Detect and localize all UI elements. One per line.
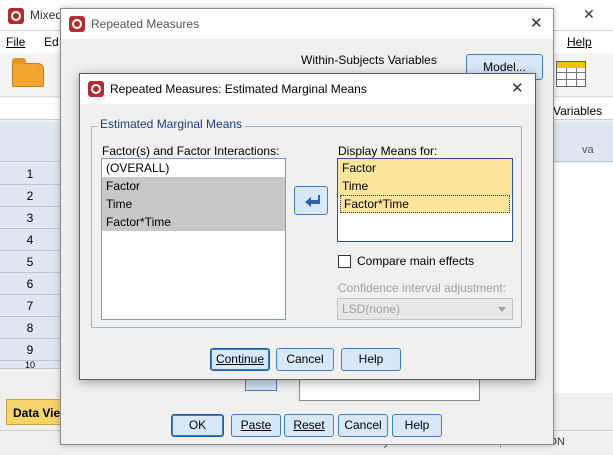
list-item[interactable]: (OVERALL) <box>102 159 285 177</box>
cancel-button[interactable]: Cancel <box>276 348 334 371</box>
close-icon[interactable]: ✕ <box>530 14 543 32</box>
emm-dialog-title: Repeated Measures: Estimated Marginal Me… <box>110 82 367 96</box>
row-number[interactable]: 7 <box>0 295 60 317</box>
help-button[interactable]: Help <box>341 348 401 371</box>
list-item[interactable]: Factor <box>102 177 285 195</box>
ci-adjustment-select: LSD(none) <box>337 298 513 320</box>
row-number[interactable]: 3 <box>0 207 60 229</box>
within-subjects-label: Within-Subjects Variables <box>301 53 437 67</box>
arrow-left-icon <box>305 195 320 207</box>
row-number[interactable]: 2 <box>0 185 60 207</box>
display-means-label: Display Means for: <box>338 144 438 158</box>
compare-main-effects-label[interactable]: Compare main effects <box>357 254 474 268</box>
move-left-button[interactable] <box>294 186 328 215</box>
paste-button[interactable]: Paste <box>231 414 281 437</box>
variable-column-header[interactable]: va <box>582 144 594 156</box>
row-number[interactable]: 6 <box>0 273 60 295</box>
row-number[interactable]: 1 <box>0 163 60 185</box>
emm-group-label: Estimated Marginal Means <box>97 117 246 131</box>
row-number[interactable]: 5 <box>0 251 60 273</box>
list-item[interactable]: Factor*Time <box>340 195 510 213</box>
estimated-marginal-means-dialog: Repeated Measures: Estimated Marginal Me… <box>79 73 536 380</box>
ci-adjustment-label: Confidence interval adjustment: <box>338 281 507 295</box>
rm-titlebar: Repeated Measures ✕ <box>61 9 553 39</box>
chevron-down-icon <box>498 307 506 312</box>
menu-edit[interactable]: Ed <box>44 35 59 49</box>
spss-app-icon <box>69 16 85 32</box>
open-folder-icon[interactable] <box>12 58 44 87</box>
close-icon[interactable]: ✕ <box>511 79 524 97</box>
help-button[interactable]: Help <box>392 414 442 437</box>
continue-button[interactable]: Continue <box>210 348 270 371</box>
spss-app-icon <box>88 81 104 97</box>
row-number[interactable]: 8 <box>0 317 60 339</box>
variables-label: Variables <box>553 104 603 118</box>
calendar-table-icon[interactable] <box>556 61 586 87</box>
rm-dialog-title: Repeated Measures <box>91 17 200 31</box>
main-window-title: Mixed <box>30 8 63 22</box>
spss-app-icon <box>8 8 24 24</box>
list-item[interactable]: Time <box>338 177 512 195</box>
cancel-button[interactable]: Cancel <box>338 414 388 437</box>
row-number[interactable]: 10 <box>0 361 60 369</box>
reset-button[interactable]: Reset <box>284 414 334 437</box>
list-item[interactable]: Time <box>102 195 285 213</box>
row-numbers: 1 2 3 4 5 6 7 8 9 10 <box>0 163 60 369</box>
menu-help[interactable]: Help <box>567 35 592 49</box>
row-number[interactable]: 4 <box>0 229 60 251</box>
ci-adjustment-value: LSD(none) <box>342 302 401 316</box>
tab-data-view[interactable]: Data Vie <box>6 399 64 425</box>
factors-list-label: Factor(s) and Factor Interactions: <box>102 144 280 158</box>
list-item[interactable]: Factor <box>338 159 512 177</box>
close-icon[interactable]: ✕ <box>583 6 595 23</box>
list-item[interactable]: Factor*Time <box>102 213 285 231</box>
factors-list[interactable]: (OVERALL) Factor Time Factor*Time <box>101 158 286 320</box>
emm-titlebar: Repeated Measures: Estimated Marginal Me… <box>80 74 535 104</box>
ok-button[interactable]: OK <box>171 414 224 437</box>
compare-main-effects-checkbox[interactable] <box>338 255 351 268</box>
menu-file[interactable]: File <box>6 35 25 49</box>
row-number[interactable]: 9 <box>0 339 60 361</box>
display-means-list[interactable]: Factor Time Factor*Time <box>337 158 513 242</box>
